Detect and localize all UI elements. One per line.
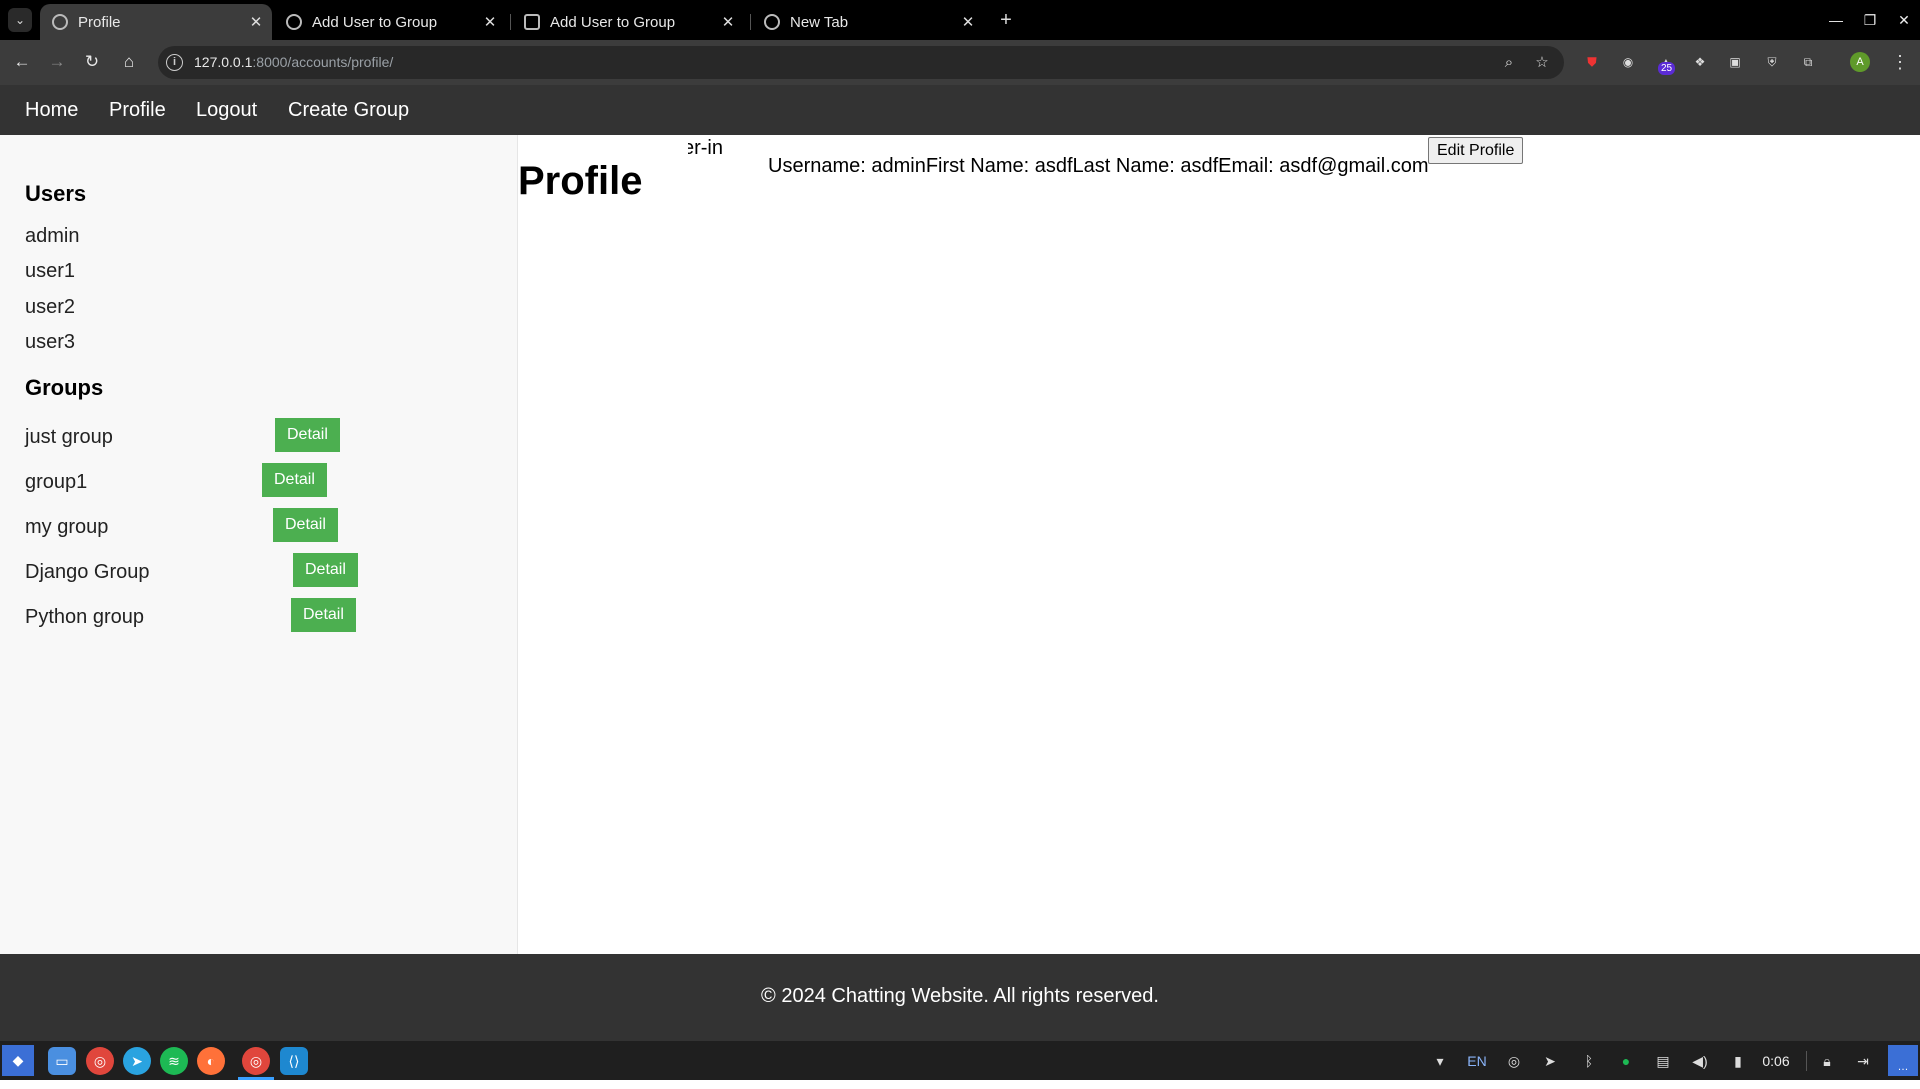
globe-icon — [52, 14, 68, 30]
url-text[interactable]: 127.0.0.1:8000/accounts/profile/ — [194, 54, 393, 70]
os-taskbar: ◆ ▭ ◎ ➤ ≋ ◐ ◎ ⟨⟩ ▾ EN ◎ ➤ ᛒ ● ▤ ◀) ▮ 0:0… — [0, 1041, 1920, 1080]
start-menu-icon[interactable]: ◆ — [2, 1045, 34, 1076]
browser-toolbar: ← → ↻ ⌂ i 127.0.0.1:8000/accounts/profil… — [0, 40, 1920, 85]
keyboard-layout[interactable]: EN — [1463, 1049, 1491, 1073]
group-name: my group — [25, 516, 109, 538]
back-arrow-icon[interactable]: ← — [10, 50, 34, 74]
user-list-item[interactable]: user3 — [25, 331, 75, 354]
tab-add-user-to-group-2[interactable]: Add User to Group ✕ — [512, 4, 744, 40]
edit-profile-button[interactable]: Edit Profile — [1428, 137, 1524, 164]
chrome-tray-icon[interactable]: ◎ — [1503, 1049, 1525, 1073]
tab-title: Add User to Group — [312, 13, 438, 31]
group-name: Django Group — [25, 561, 150, 583]
group-detail-button[interactable]: Detail — [291, 598, 356, 632]
home-icon[interactable]: ⌂ — [117, 50, 141, 74]
zoom-icon[interactable]: ⌕ — [1498, 52, 1520, 74]
shield-icon[interactable]: ⛨ — [1762, 52, 1782, 72]
close-icon[interactable]: ✕ — [718, 13, 738, 31]
lock-icon[interactable]: 🔒︎ — [1816, 1049, 1838, 1073]
group-name: group1 — [25, 471, 88, 493]
url-host: 127.0.0.1 — [194, 54, 253, 70]
tab-title: Profile — [78, 13, 121, 31]
clipped-heading-text: er-in — [688, 137, 723, 159]
nav-create-group-link[interactable]: Create Group — [288, 99, 409, 122]
footer-copyright: © 2024 Chatting Website. All rights rese… — [761, 985, 1159, 1007]
page-title: Profile — [518, 159, 643, 203]
groups-heading: Groups — [25, 375, 104, 400]
address-bar[interactable]: i 127.0.0.1:8000/accounts/profile/ ⌕ ☆ — [158, 46, 1564, 79]
tab-add-user-to-group-1[interactable]: Add User to Group ✕ — [274, 4, 506, 40]
new-tab-plus-icon[interactable]: + — [993, 8, 1019, 34]
group-name: just group — [25, 426, 113, 448]
clock[interactable]: 0:06 — [1756, 1049, 1796, 1073]
nav-profile-link[interactable]: Profile — [109, 99, 166, 122]
close-icon[interactable]: ✕ — [958, 13, 978, 31]
user-list-item[interactable]: admin — [25, 225, 79, 248]
telegram-tray-icon[interactable]: ➤ — [1539, 1049, 1561, 1073]
spotify-tray-icon[interactable]: ● — [1615, 1049, 1637, 1073]
battery-charging-icon[interactable]: ▮ — [1727, 1049, 1749, 1073]
tab-separator — [510, 14, 511, 30]
profile-avatar[interactable]: A — [1850, 52, 1870, 72]
site-info-icon[interactable]: i — [166, 54, 183, 71]
globe-icon — [286, 14, 302, 30]
nav-logout-link[interactable]: Logout — [196, 99, 257, 122]
close-icon[interactable]: ✕ — [480, 13, 500, 31]
chrome-icon[interactable]: ◎ — [242, 1047, 270, 1075]
profile-info: Username: adminFirst Name: asdfLast Name… — [768, 155, 1429, 177]
window-close-icon[interactable]: ✕ — [1892, 8, 1916, 32]
web-page: Home Profile Logout Create Group Users a… — [0, 85, 1920, 1041]
logout-icon[interactable]: ⇥ — [1852, 1049, 1874, 1073]
nav-home-link[interactable]: Home — [25, 99, 78, 122]
clipboard-icon[interactable]: ▤ — [1652, 1049, 1674, 1073]
user-list-item[interactable]: user2 — [25, 296, 75, 319]
group-detail-button[interactable]: Detail — [273, 508, 338, 542]
vscode-icon[interactable]: ⟨⟩ — [280, 1047, 308, 1075]
user-list-item[interactable]: user1 — [25, 260, 75, 283]
restore-icon[interactable]: ❐ — [1858, 8, 1882, 32]
extension-icon[interactable]: ❖ — [1690, 52, 1710, 72]
telegram-icon[interactable]: ➤ — [123, 1047, 151, 1075]
tray-arrow-icon[interactable]: ▾ — [1430, 1049, 1450, 1073]
close-icon[interactable]: ✕ — [246, 13, 266, 31]
chat-app-icon — [524, 14, 540, 30]
extension-icon[interactable]: ◉ — [1618, 52, 1638, 72]
spotify-icon[interactable]: ≋ — [160, 1047, 188, 1075]
site-footer: © 2024 Chatting Website. All rights rese… — [0, 954, 1920, 1041]
tab-separator — [750, 14, 751, 30]
browser-tab-strip: ⌄ Profile ✕ Add User to Group ✕ Add User… — [0, 0, 1920, 40]
url-path: :8000/accounts/profile/ — [252, 54, 394, 70]
tab-profile[interactable]: Profile ✕ — [40, 4, 272, 40]
group-name: Python group — [25, 606, 144, 628]
adblock-extension-icon[interactable]: ⛊ — [1582, 52, 1602, 72]
tab-new-tab[interactable]: New Tab ✕ — [752, 4, 984, 40]
extension-icon[interactable]: ▣ — [1725, 52, 1745, 72]
group-detail-button[interactable]: Detail — [275, 418, 340, 452]
forward-arrow-icon[interactable]: → — [45, 50, 69, 74]
extensions-puzzle-icon[interactable]: ⧉ — [1798, 52, 1818, 72]
file-manager-icon[interactable]: ▭ — [48, 1047, 76, 1075]
chrome-icon[interactable]: ◎ — [86, 1047, 114, 1075]
tab-title: New Tab — [790, 13, 849, 31]
main-content: er-in Profile Username: adminFirst Name:… — [518, 135, 1920, 954]
site-navbar: Home Profile Logout Create Group — [0, 85, 1920, 135]
bluetooth-icon[interactable]: ᛒ — [1578, 1049, 1600, 1073]
minimize-icon[interactable]: — — [1824, 8, 1848, 32]
volume-icon[interactable]: ◀) — [1689, 1049, 1711, 1073]
tab-title: Add User to Group — [550, 13, 676, 31]
bookmark-star-icon[interactable]: ☆ — [1531, 52, 1553, 74]
tab-search-icon[interactable]: ⌄ — [8, 8, 32, 32]
extension-badge: 25 — [1658, 62, 1676, 75]
group-detail-button[interactable]: Detail — [262, 463, 327, 497]
reload-icon[interactable]: ↻ — [80, 50, 104, 74]
group-detail-button[interactable]: Detail — [293, 553, 358, 587]
users-heading: Users — [25, 181, 87, 206]
chrome-icon — [764, 14, 780, 30]
tray-separator — [1806, 1051, 1807, 1071]
firefox-icon[interactable]: ◐ — [197, 1047, 225, 1075]
menu-dots-icon[interactable]: ⋮ — [1890, 50, 1910, 74]
sidebar: Users admin user1 user2 user3 Groups jus… — [0, 135, 518, 954]
show-desktop-button[interactable]: … — [1888, 1045, 1918, 1076]
